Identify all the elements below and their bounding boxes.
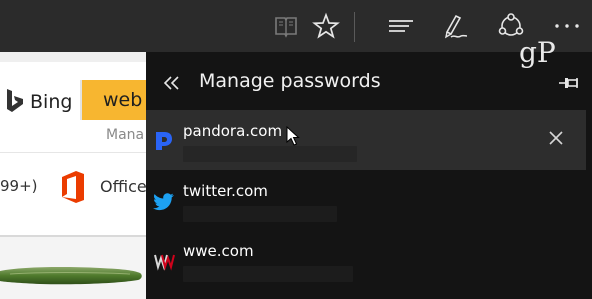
count-label-partial: 99+) bbox=[0, 177, 38, 195]
pandora-logo-icon bbox=[156, 132, 172, 150]
web-note-icon[interactable] bbox=[441, 12, 469, 40]
toolbar-separator bbox=[354, 12, 355, 42]
wwe-logo-icon bbox=[154, 254, 175, 271]
password-entry-pandora[interactable]: pandora.com bbox=[146, 110, 586, 170]
browser-toolbar bbox=[0, 0, 592, 52]
back-button[interactable] bbox=[162, 72, 184, 94]
site-name: twitter.com bbox=[183, 182, 268, 200]
username-redacted bbox=[183, 206, 337, 222]
password-entry-twitter[interactable]: twitter.com bbox=[146, 170, 586, 230]
username-redacted bbox=[183, 146, 357, 162]
cucumber-image bbox=[0, 267, 142, 285]
pin-icon[interactable] bbox=[558, 72, 580, 94]
office-label[interactable]: Office bbox=[100, 177, 146, 196]
manage-link-partial[interactable]: Mana bbox=[106, 127, 144, 143]
manage-passwords-panel: Manage passwords pandora.com twitter.com… bbox=[146, 52, 592, 299]
hub-icon[interactable] bbox=[387, 12, 415, 40]
bing-logo-icon[interactable] bbox=[4, 88, 26, 114]
password-entry-wwe[interactable]: wwe.com bbox=[146, 230, 586, 290]
bing-label[interactable]: Bing bbox=[30, 91, 72, 113]
thumbnail-image[interactable] bbox=[0, 237, 146, 299]
panel-title: Manage passwords bbox=[199, 70, 381, 92]
site-name: wwe.com bbox=[183, 242, 254, 260]
page-top-strip bbox=[0, 52, 146, 62]
twitter-logo-icon bbox=[153, 193, 174, 211]
site-name: pandora.com bbox=[183, 122, 283, 140]
favorite-star-icon[interactable] bbox=[312, 12, 340, 40]
mouse-cursor-icon bbox=[286, 126, 300, 146]
close-icon[interactable] bbox=[546, 128, 566, 148]
page-divider bbox=[0, 152, 146, 153]
username-redacted bbox=[183, 266, 353, 282]
office-logo-icon[interactable] bbox=[59, 170, 87, 204]
background-web-page: Bing web Mana 99+) Office bbox=[0, 52, 146, 299]
watermark-logo: gP bbox=[519, 36, 556, 69]
more-icon[interactable] bbox=[553, 12, 581, 40]
web-tab[interactable]: web bbox=[82, 80, 146, 120]
reading-view-icon[interactable] bbox=[272, 12, 300, 40]
